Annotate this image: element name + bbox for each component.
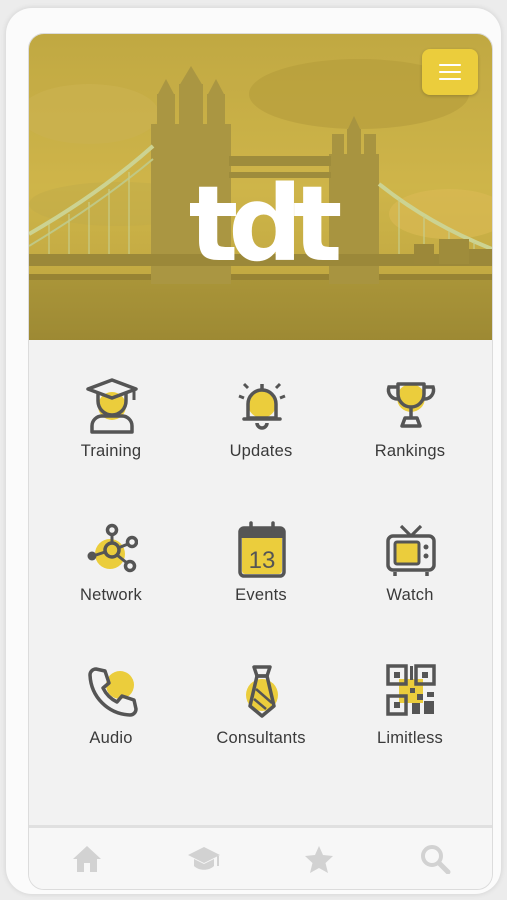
search-icon <box>421 845 451 874</box>
hamburger-menu-button[interactable] <box>422 49 478 95</box>
star-icon <box>305 846 333 873</box>
tile-label: Updates <box>229 442 293 460</box>
tab-home[interactable] <box>29 828 145 889</box>
qr-code-icon <box>386 664 436 716</box>
tile-events[interactable]: 13 Events <box>186 520 336 650</box>
tile-limitless[interactable]: Limitless <box>335 663 485 793</box>
trophy-icon <box>386 382 436 428</box>
tile-label: Events <box>235 586 287 604</box>
bell-icon <box>238 382 286 430</box>
tile-watch[interactable]: Watch <box>335 520 485 650</box>
graduation-cap-icon <box>188 847 220 870</box>
tile-label: Rankings <box>374 442 446 460</box>
tie-icon <box>246 665 278 718</box>
bottom-tab-bar <box>29 825 492 889</box>
phone-icon <box>88 667 138 717</box>
graduate-icon <box>86 378 138 434</box>
hamburger-line <box>439 78 461 80</box>
hero-banner: tdt <box>29 34 492 340</box>
tile-network[interactable]: Network <box>36 520 186 650</box>
hamburger-line <box>439 71 461 73</box>
calendar-day: 13 <box>249 547 276 574</box>
device-frame: tdt Training Updates Rankings Network 13… <box>6 8 501 894</box>
tab-training[interactable] <box>145 828 261 889</box>
tile-label: Audio <box>89 729 133 747</box>
tile-label: Consultants <box>216 729 306 747</box>
tdt-logo: tdt <box>188 163 343 285</box>
tile-label: Watch <box>386 586 434 604</box>
tv-icon <box>386 524 436 576</box>
tile-rankings[interactable]: Rankings <box>335 376 485 506</box>
tile-audio[interactable]: Audio <box>36 663 186 793</box>
hamburger-menu-icon <box>439 64 461 66</box>
tile-updates[interactable]: Updates <box>186 376 336 506</box>
tab-search[interactable] <box>377 828 492 889</box>
network-icon <box>87 523 138 573</box>
home-icon <box>73 846 101 872</box>
feature-grid: Training Updates Rankings Network 13 Eve… <box>29 340 492 825</box>
tile-label: Training <box>80 442 142 460</box>
tile-training[interactable]: Training <box>36 376 186 506</box>
calendar-icon: 13 <box>238 521 286 578</box>
tile-label: Limitless <box>377 729 443 747</box>
tile-label: Network <box>80 586 142 604</box>
tab-favorites[interactable] <box>261 828 377 889</box>
app-screen: tdt Training Updates Rankings Network 13… <box>28 33 493 890</box>
tile-consultants[interactable]: Consultants <box>186 663 336 793</box>
